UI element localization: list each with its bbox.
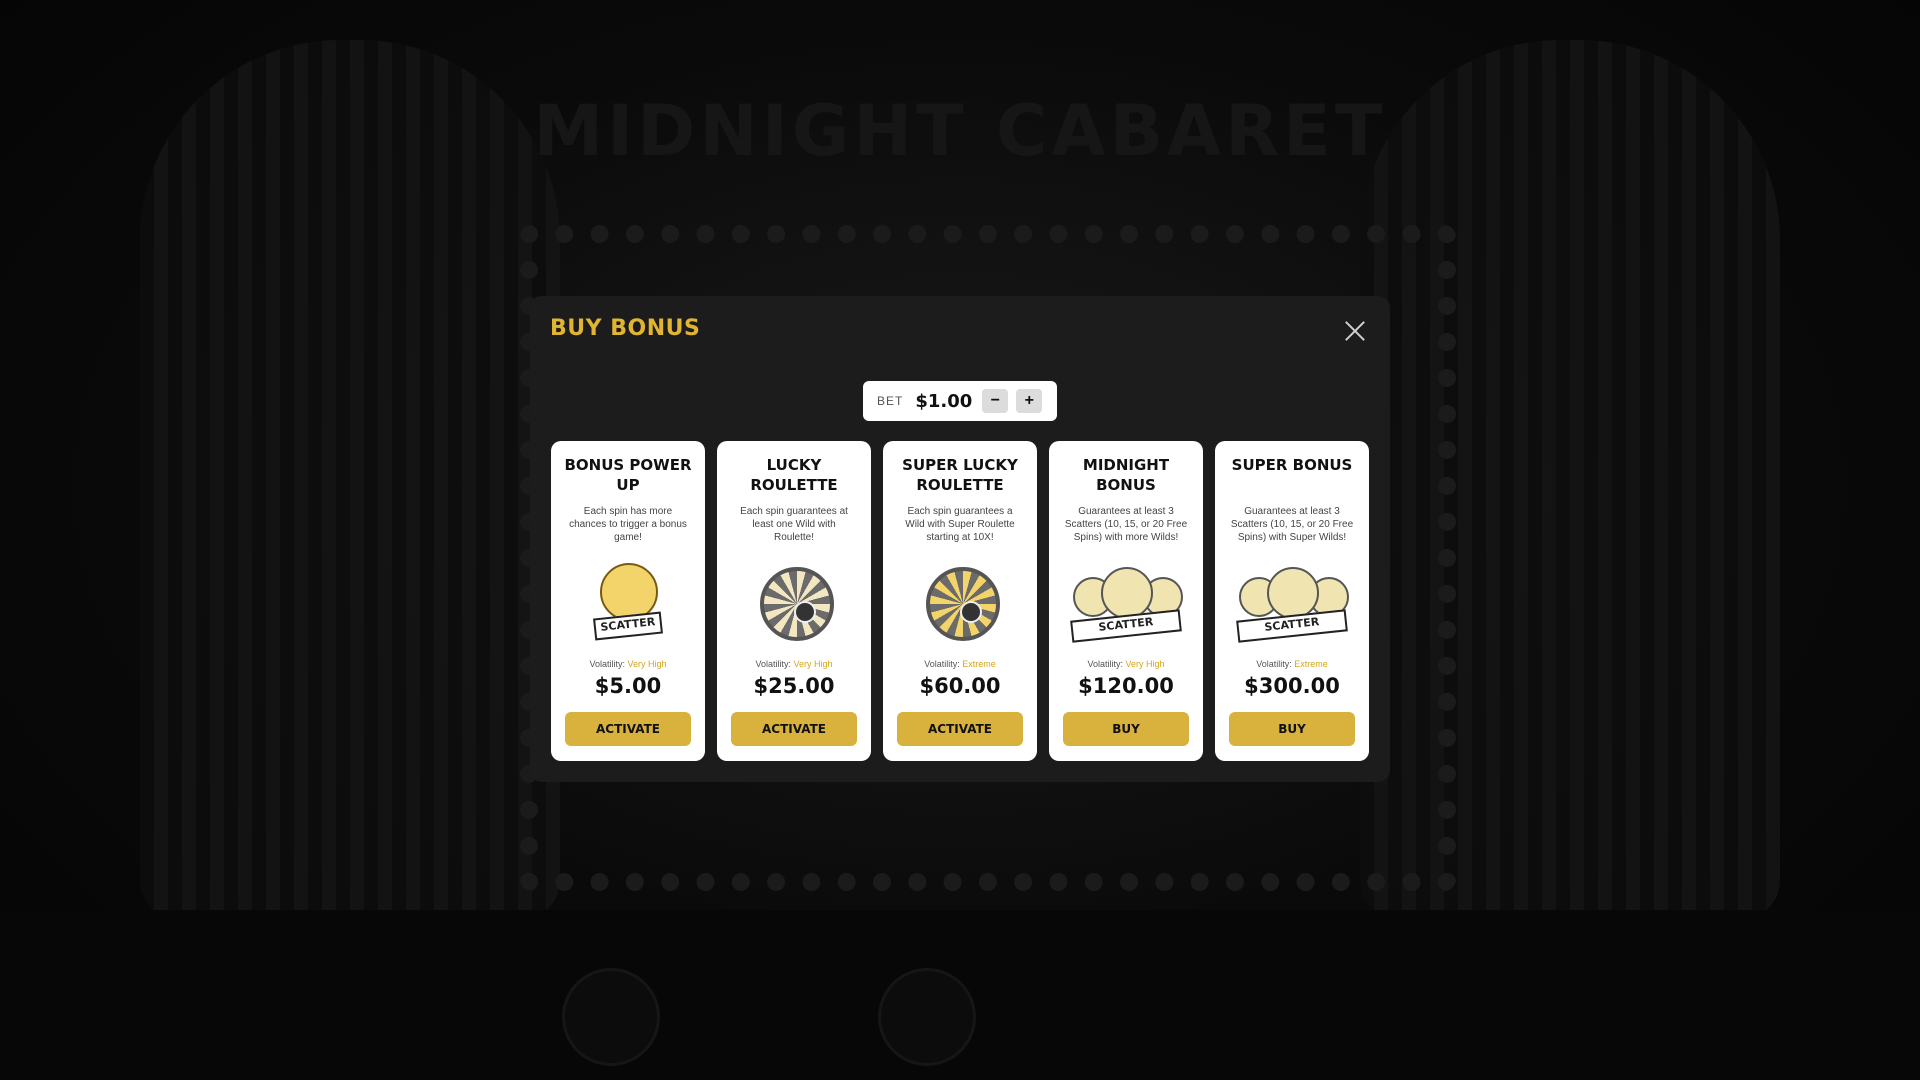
bottom-control-button	[562, 968, 660, 1066]
volatility: Volatility: Very High	[1087, 659, 1165, 669]
volatility-level: Extreme	[1294, 659, 1328, 669]
buy-button[interactable]: BUY	[1229, 712, 1355, 746]
volatility-level: Very High	[793, 659, 833, 669]
bonus-card-lucky-roulette: Lucky Roulette Each spin guarantees at l…	[717, 441, 871, 761]
card-price: $60.00	[919, 674, 1001, 698]
card-description: Guarantees at least 3 Scatters (10, 15, …	[1064, 506, 1188, 543]
volatility: Volatility: Extreme	[924, 659, 996, 669]
card-description: Each spin has more chances to trigger a …	[569, 506, 687, 543]
card-title: Super Lucky Roulette	[902, 456, 1018, 494]
volatility-level: Very High	[1125, 659, 1165, 669]
buy-bonus-modal: BUY BONUS BET $1.00 − + Bonus Power Up E…	[530, 296, 1390, 782]
bonus-card-super-bonus: Super Bonus Guarantees at least 3 Scatte…	[1215, 441, 1369, 761]
game-logo: MIDNIGHT CABARET	[533, 90, 1387, 172]
card-price: $300.00	[1244, 674, 1340, 698]
card-title: Lucky Roulette	[750, 456, 838, 494]
activate-button[interactable]: ACTIVATE	[897, 712, 1023, 746]
buy-button[interactable]: BUY	[1063, 712, 1189, 746]
volatility: Volatility: Very High	[755, 659, 833, 669]
bottom-control-button	[878, 968, 976, 1066]
bet-decrease-button[interactable]: −	[982, 389, 1009, 413]
card-description: Each spin guarantees a Wild with Super R…	[905, 506, 1015, 543]
bonus-card-midnight-bonus: Midnight Bonus Guarantees at least 3 Sca…	[1049, 441, 1203, 761]
volatility-level: Extreme	[962, 659, 996, 669]
card-description: Each spin guarantees at least one Wild w…	[740, 506, 848, 543]
card-description: Guarantees at least 3 Scatters (10, 15, …	[1230, 506, 1354, 543]
close-icon[interactable]	[1342, 318, 1368, 344]
card-price: $25.00	[753, 674, 835, 698]
bet-increase-button[interactable]: +	[1016, 389, 1043, 413]
bet-selector: BET $1.00 − +	[863, 381, 1057, 421]
activate-button[interactable]: ACTIVATE	[731, 712, 857, 746]
card-title: Super Bonus	[1231, 456, 1353, 474]
three-super-scatters-icon: SCATTER	[1236, 561, 1349, 643]
card-price: $120.00	[1078, 674, 1174, 698]
volatility: Volatility: Extreme	[1256, 659, 1328, 669]
modal-title: BUY BONUS	[550, 316, 701, 341]
card-price: $5.00	[594, 674, 662, 698]
activate-button[interactable]: ACTIVATE	[565, 712, 691, 746]
super-roulette-wheel-icon	[920, 561, 1000, 641]
bonus-card-power-up: Bonus Power Up Each spin has more chance…	[551, 441, 705, 761]
card-title: Midnight Bonus	[1082, 456, 1170, 494]
card-title: Bonus Power Up	[564, 456, 692, 494]
roulette-wheel-icon	[754, 561, 834, 641]
bet-label: BET	[877, 394, 904, 408]
bonus-card-super-lucky-roulette: Super Lucky Roulette Each spin guarantee…	[883, 441, 1037, 761]
volatility: Volatility: Very High	[589, 659, 667, 669]
volatility-level: Very High	[627, 659, 667, 669]
bet-value: $1.00	[915, 390, 973, 412]
scatter-moon-icon: SCATTER	[588, 561, 668, 641]
three-scatters-icon: SCATTER	[1070, 561, 1183, 643]
left-curtain	[140, 40, 560, 920]
bonus-cards: Bonus Power Up Each spin has more chance…	[551, 441, 1369, 761]
